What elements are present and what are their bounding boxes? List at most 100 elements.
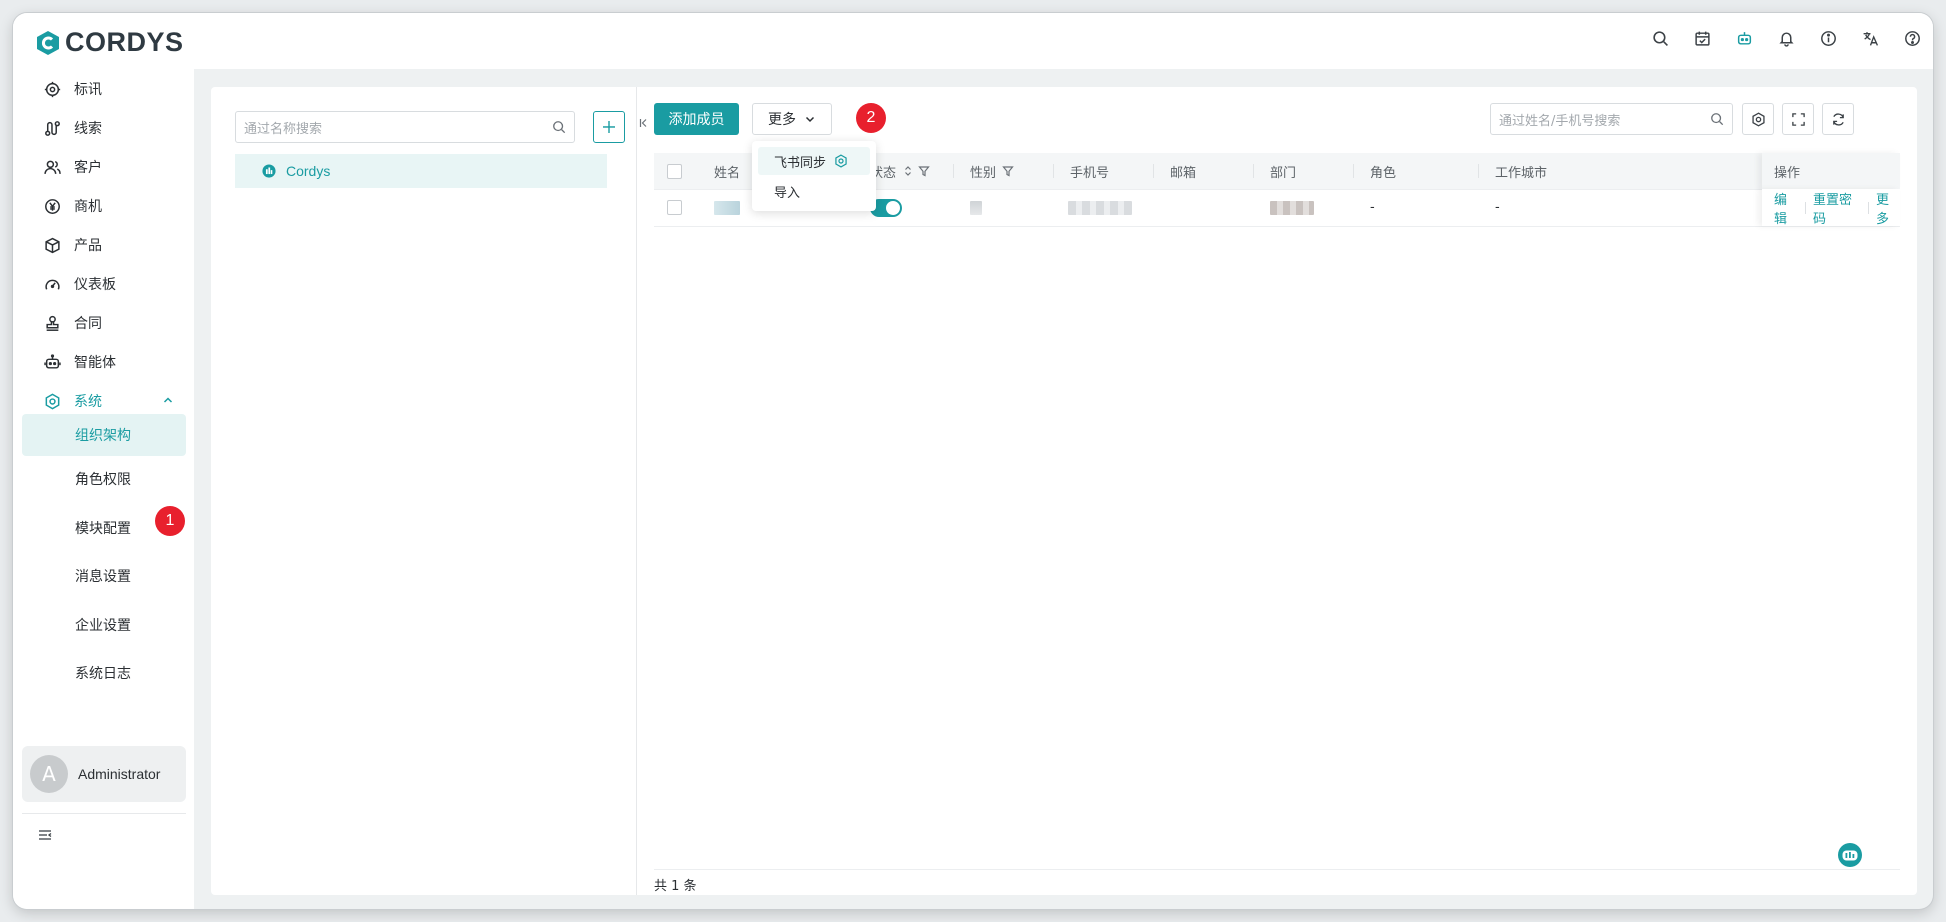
logo-icon xyxy=(37,30,59,55)
column-settings-button[interactable] xyxy=(1742,103,1774,135)
search-icon xyxy=(1711,113,1724,126)
assistant-bot-icon[interactable] xyxy=(1836,841,1864,869)
more-actions-link[interactable]: 更多 xyxy=(1876,189,1900,227)
sidebar-item-label: 系统日志 xyxy=(75,666,131,682)
col-label: 手机号 xyxy=(1070,165,1110,181)
row-checkbox[interactable] xyxy=(667,200,682,215)
sidebar-item-label: 商机 xyxy=(74,199,102,215)
refresh-icon xyxy=(1832,112,1844,126)
sidebar-item-contracts[interactable]: 合同 xyxy=(22,303,186,343)
cell-work-city: - xyxy=(1495,200,1500,215)
cell-role: - xyxy=(1370,200,1375,215)
search-icon[interactable] xyxy=(1649,27,1671,49)
bell-icon[interactable] xyxy=(1775,27,1797,49)
col-gender[interactable]: 性别 xyxy=(954,153,1054,189)
top-bar: CORDYS xyxy=(13,13,1933,69)
step-badge-1: 1 xyxy=(155,506,185,536)
col-role[interactable]: 角色 xyxy=(1354,153,1479,189)
sidebar-item-dashboard[interactable]: 仪表板 xyxy=(22,264,186,304)
brand-name: CORDYS xyxy=(65,27,184,57)
add-department-button[interactable] xyxy=(593,111,625,143)
col-actions: 操作 xyxy=(1762,153,1900,189)
sort-icon[interactable] xyxy=(902,165,914,177)
menu-item-feishu-sync[interactable]: 飞书同步 xyxy=(758,147,870,175)
settings-icon xyxy=(43,392,61,410)
organization-icon xyxy=(262,164,276,178)
target-icon xyxy=(43,80,61,98)
step-badge-2: 2 xyxy=(856,103,886,133)
user-profile[interactable]: A Administrator xyxy=(22,746,186,802)
main-card: 通过名称搜索 Cordys 添加成员 更多 2 飞书同步 导入 通过姓名/手机号… xyxy=(211,87,1917,895)
sidebar-item-label: 企业设置 xyxy=(75,618,131,634)
route-icon xyxy=(43,119,61,137)
col-phone[interactable]: 手机号 xyxy=(1054,153,1154,189)
col-label: 工作城市 xyxy=(1495,165,1548,181)
translate-icon[interactable] xyxy=(1859,27,1881,49)
calendar-icon[interactable] xyxy=(1691,27,1713,49)
more-label: 更多 xyxy=(768,112,796,128)
reset-password-link[interactable]: 重置密码 xyxy=(1813,189,1861,227)
divider xyxy=(654,869,1900,870)
collapse-menu-icon[interactable] xyxy=(37,827,53,843)
sidebar-item-leads[interactable]: 线索 xyxy=(22,108,186,148)
refresh-button[interactable] xyxy=(1822,103,1854,135)
fullscreen-button[interactable] xyxy=(1782,103,1814,135)
users-icon xyxy=(43,158,61,176)
app-window: CORDYS 标讯 线索 客户 商机 产品 仪表板 合同 智能体 系统 组织架构… xyxy=(13,13,1933,909)
sidebar-item-label: 仪表板 xyxy=(74,277,116,293)
tree-node-root[interactable]: Cordys xyxy=(235,154,607,188)
col-department[interactable]: 部门 xyxy=(1254,153,1354,189)
sidebar-item-agents[interactable]: 智能体 xyxy=(22,342,186,382)
menu-item-label: 飞书同步 xyxy=(774,155,827,171)
sidebar-item-label: 客户 xyxy=(74,160,102,176)
select-all-checkbox[interactable] xyxy=(667,163,682,179)
sidebar-item-system-log[interactable]: 系统日志 xyxy=(22,652,186,694)
divider xyxy=(1805,201,1806,214)
sidebar-item-products[interactable]: 产品 xyxy=(22,225,186,265)
sidebar-item-label: 模块配置 xyxy=(75,521,131,537)
redacted-text xyxy=(714,200,740,215)
chevron-down-icon xyxy=(805,116,815,123)
fullscreen-icon xyxy=(1791,112,1805,126)
col-email[interactable]: 邮箱 xyxy=(1154,153,1254,189)
sidebar-item-org-structure[interactable]: 组织架构 xyxy=(22,414,186,456)
yen-circle-icon xyxy=(43,197,61,215)
robot-icon[interactable] xyxy=(1733,27,1755,49)
logo[interactable]: CORDYS xyxy=(35,27,184,58)
sidebar-item-label: 产品 xyxy=(74,238,102,254)
help-icon[interactable] xyxy=(1901,27,1923,49)
sidebar-item-opportunities[interactable]: 商机 xyxy=(22,186,186,226)
redacted-text xyxy=(970,200,982,215)
sidebar-item-bidding[interactable]: 标讯 xyxy=(22,69,186,109)
stamp-icon xyxy=(43,314,61,332)
add-member-button[interactable]: 添加成员 xyxy=(654,103,739,135)
plus-icon xyxy=(603,121,615,133)
col-work-city[interactable]: 工作城市 xyxy=(1479,153,1569,189)
chevron-up-icon[interactable] xyxy=(162,394,174,406)
collapse-panel-icon[interactable] xyxy=(639,117,649,129)
filter-icon[interactable] xyxy=(918,165,930,177)
search-icon xyxy=(553,121,566,134)
more-dropdown-button[interactable]: 更多 xyxy=(752,103,832,135)
cell-name xyxy=(714,189,740,226)
col-label: 操作 xyxy=(1774,165,1801,181)
sidebar-item-role-permissions[interactable]: 角色权限 xyxy=(22,458,186,500)
sidebar-item-enterprise-settings[interactable]: 企业设置 xyxy=(22,604,186,646)
box-icon xyxy=(43,236,61,254)
sidebar: 标讯 线索 客户 商机 产品 仪表板 合同 智能体 系统 组织架构 角色权限 模… xyxy=(13,69,194,909)
tree-search-input[interactable]: 通过名称搜索 xyxy=(235,111,575,143)
row-select-cell xyxy=(667,189,707,226)
sidebar-item-customers[interactable]: 客户 xyxy=(22,147,186,187)
department-tree-panel: 通过名称搜索 Cordys xyxy=(211,87,637,895)
filter-icon[interactable] xyxy=(1002,165,1014,177)
cell-gender xyxy=(970,189,982,226)
info-icon[interactable] xyxy=(1817,27,1839,49)
sidebar-item-message-settings[interactable]: 消息设置 xyxy=(22,555,186,597)
edit-link[interactable]: 编辑 xyxy=(1774,189,1798,227)
member-search-input[interactable]: 通过姓名/手机号搜索 xyxy=(1490,103,1733,135)
total-count: 共 1 条 xyxy=(654,879,697,894)
gear-icon[interactable] xyxy=(834,154,848,168)
divider xyxy=(22,813,186,814)
sidebar-item-label: 角色权限 xyxy=(75,472,131,488)
menu-item-import[interactable]: 导入 xyxy=(758,177,870,205)
